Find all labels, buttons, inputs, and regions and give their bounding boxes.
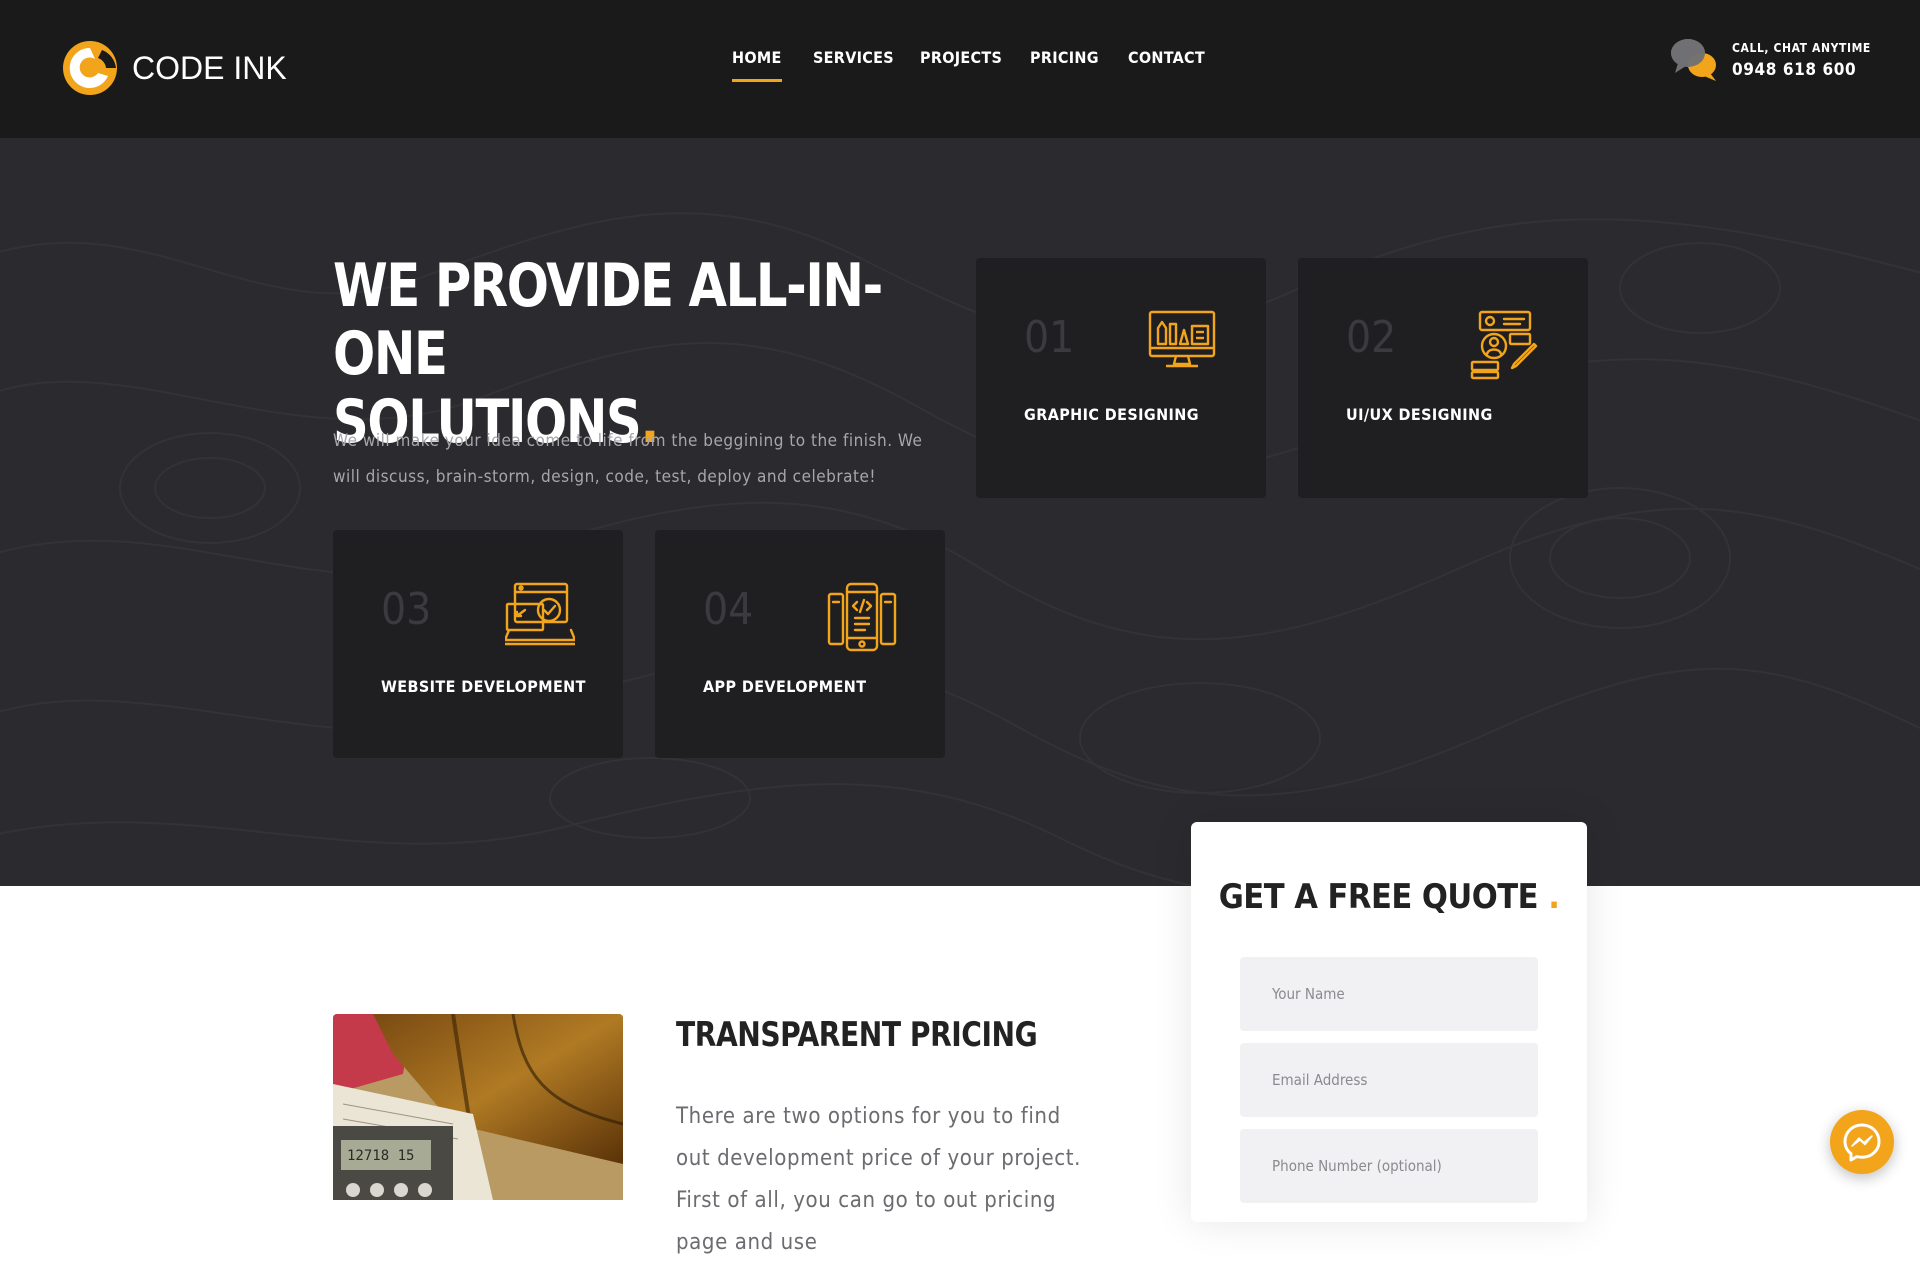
main-nav: HOME SERVICES PROJECTS PRICING CONTACT [0,48,1920,88]
service-title: APP DEVELOPMENT [703,677,867,696]
hero-title-line1: WE PROVIDE ALL-IN-ONE [333,251,883,389]
title-accent-dot: . [1548,877,1560,917]
service-card-ui-ux-designing[interactable]: 02 UI/UX DESIGNING [1298,258,1588,498]
pricing-image: 12718 15 [333,1014,623,1200]
calculator-notebook-photo: 12718 15 [333,1014,623,1200]
service-number: 02 [1346,312,1397,363]
ux-design-icon [1470,310,1538,380]
contact-label: CALL, CHAT ANYTIME [1732,40,1871,55]
email-input[interactable] [1240,1043,1538,1117]
app-development-icon [827,582,897,652]
web-development-icon [505,582,575,646]
service-card-app-development[interactable]: 04 APP DEVELOPMENT [655,530,945,758]
monitor-design-icon [1148,310,1216,368]
phone-input[interactable] [1240,1129,1538,1203]
service-number: 04 [703,584,754,635]
nav-services[interactable]: SERVICES [813,48,894,67]
service-title: GRAPHIC DESIGNING [1024,405,1199,424]
quote-title-text: GET A FREE QUOTE [1218,877,1539,917]
service-number: 03 [381,584,432,635]
nav-contact[interactable]: CONTACT [1128,48,1205,67]
svg-text:12718 15: 12718 15 [347,1148,414,1164]
chat-bubbles-icon [1671,39,1716,81]
pricing-text: There are two options for you to find ou… [676,1104,1081,1255]
hero-description: We will make your idea come to life from… [333,431,923,487]
site-header: CODE INK HOME SERVICES PROJECTS PRICING … [0,0,1920,138]
nav-projects[interactable]: PROJECTS [920,48,1002,67]
contact-info[interactable]: CALL, CHAT ANYTIME 0948 618 600 [1670,37,1871,83]
messenger-chat-button[interactable] [1830,1110,1894,1174]
quote-title: GET A FREE QUOTE . [1191,877,1587,917]
nav-home[interactable]: HOME [732,48,782,82]
pricing-title: TRANSPARENT PRICING [676,1015,1038,1055]
quote-form: GET A FREE QUOTE . [1191,822,1587,1222]
service-card-graphic-designing[interactable]: 01 GRAPHIC DESIGNING [976,258,1266,498]
hero-section: WE PROVIDE ALL-IN-ONE SOLUTIONS. We will… [0,138,1920,886]
topography-background [0,212,1920,886]
messenger-icon [1843,1123,1881,1162]
service-card-website-development[interactable]: 03 WEBSITE DEVELOPMENT [333,530,623,758]
service-title: UI/UX DESIGNING [1346,405,1493,424]
service-number: 01 [1024,312,1075,363]
contact-phone[interactable]: 0948 618 600 [1732,60,1871,80]
service-title: WEBSITE DEVELOPMENT [381,677,586,696]
name-input[interactable] [1240,957,1538,1031]
nav-pricing[interactable]: PRICING [1030,48,1099,67]
